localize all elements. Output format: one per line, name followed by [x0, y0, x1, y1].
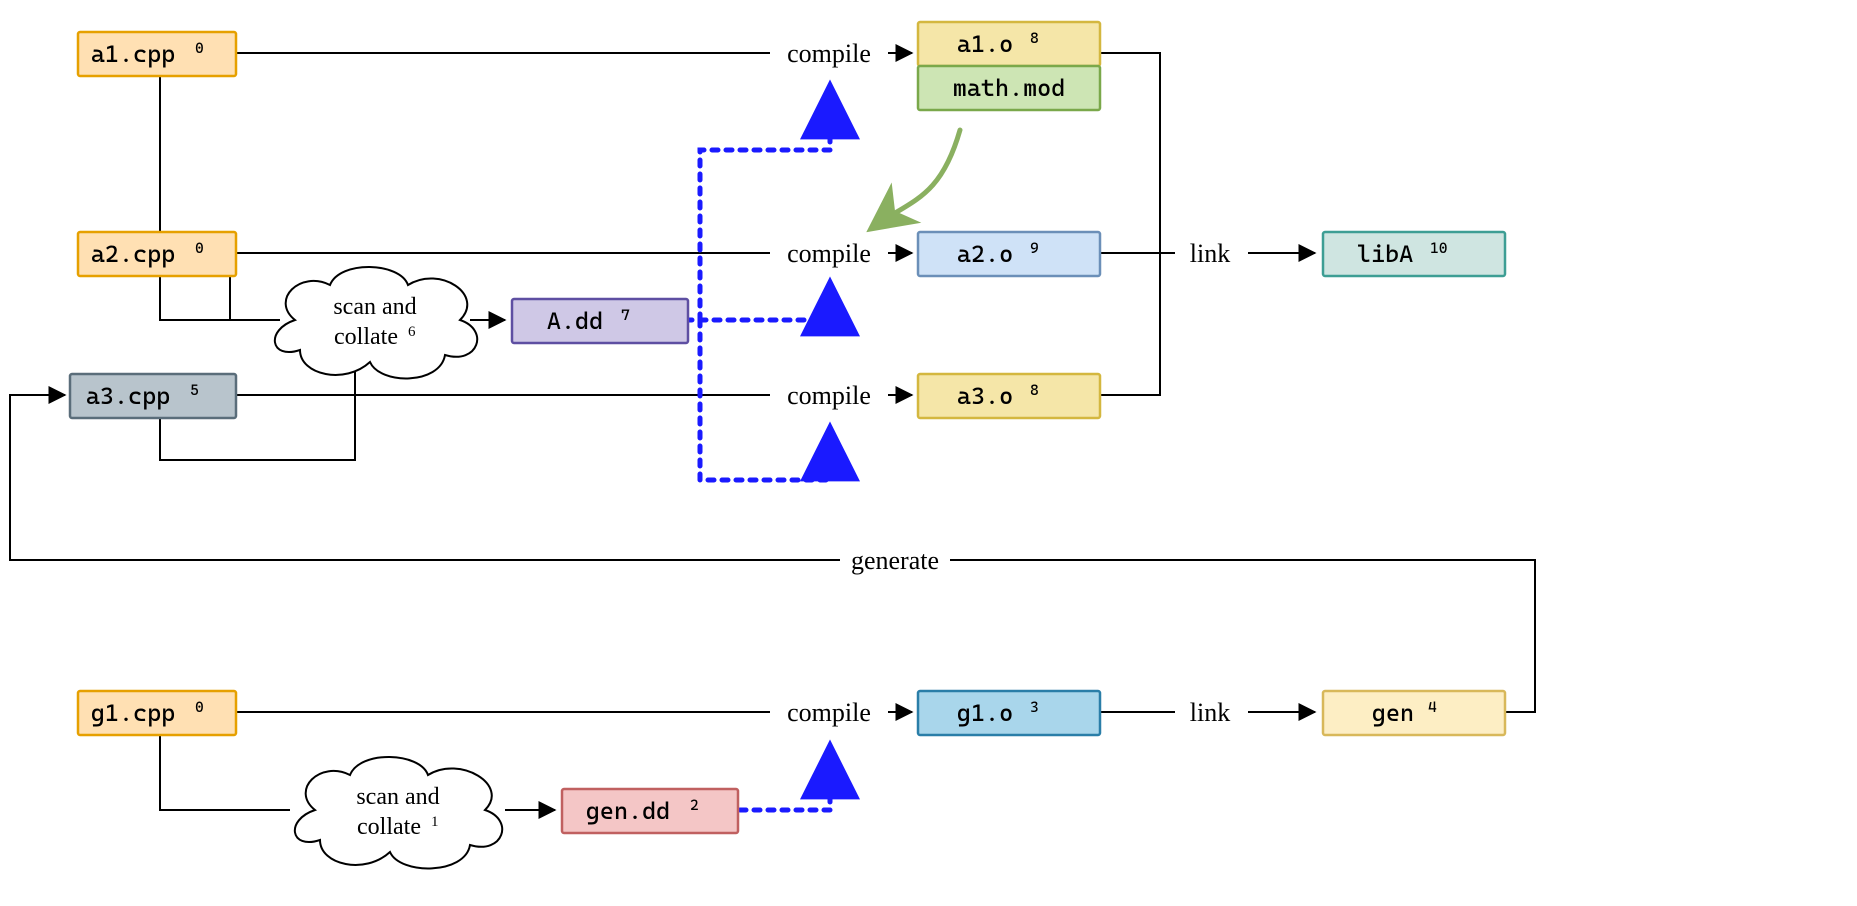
sup-a1-cpp: 0	[195, 39, 204, 57]
node-a1-o: a1.o 8	[918, 22, 1100, 66]
sup-gen: 4	[1428, 698, 1437, 716]
node-math-mod: math.mod	[918, 66, 1100, 110]
sup-g1-o: 3	[1030, 698, 1039, 716]
edge-label-link-gen: link	[1190, 698, 1230, 727]
edge-label-compile-a3: compile	[787, 381, 871, 410]
label-a1-cpp: a1.cpp	[91, 40, 175, 68]
node-gen: gen 4	[1323, 691, 1505, 735]
node-a3-cpp: a3.cpp 5	[70, 374, 236, 418]
label-scan2-line2: collate	[357, 814, 421, 840]
dyndep-Add-to-compile-a2	[686, 285, 830, 320]
label-gen: gen	[1372, 699, 1414, 727]
label-g1-o: g1.o	[957, 699, 1013, 727]
node-g1-cpp: g1.cpp 0	[78, 691, 236, 735]
edge-label-generate: generate	[851, 546, 939, 575]
sup-scan1: 6	[408, 324, 416, 340]
edge-label-compile-a1: compile	[787, 39, 871, 68]
sup-scan2: 1	[431, 814, 439, 830]
sup-a2-cpp: 0	[195, 239, 204, 257]
node-libA: libA 10	[1323, 232, 1505, 276]
dyndep-Add-to-compile-a1	[700, 88, 830, 320]
label-a2-o: a2.o	[957, 240, 1013, 268]
sup-a3-cpp: 5	[190, 381, 199, 399]
sup-A-dd: 7	[621, 306, 630, 324]
label-scan1-line1: scan and	[333, 294, 416, 320]
sup-g1-cpp: 0	[195, 698, 204, 716]
node-a3-o: a3.o 8	[918, 374, 1100, 418]
node-a2-cpp: a2.cpp 0	[78, 232, 236, 276]
sup-a1-o: 8	[1030, 29, 1039, 47]
label-scan2-line1: scan and	[356, 784, 439, 810]
dyndep-gendd-to-compile-g1	[740, 748, 830, 810]
sup-a2-o: 9	[1030, 239, 1039, 257]
node-scan-collate-2: scan and collate 1	[295, 757, 502, 868]
node-gen-dd: gen.dd 2	[562, 789, 738, 833]
sup-gen-dd: 2	[690, 796, 699, 814]
edge-label-compile-a2: compile	[787, 239, 871, 268]
label-A-dd: A.dd	[547, 307, 603, 335]
label-a3-cpp: a3.cpp	[86, 382, 170, 410]
node-a1-cpp: a1.cpp 0	[78, 32, 236, 76]
mathmod-to-compile-a2	[872, 130, 960, 228]
label-math-mod: math.mod	[953, 74, 1066, 102]
sup-libA: 10	[1430, 239, 1448, 257]
node-scan-collate-1: scan and collate 6	[275, 267, 477, 378]
edge-label-link-libA: link	[1190, 239, 1230, 268]
node-g1-o: g1.o 3	[918, 691, 1100, 735]
label-gen-dd: gen.dd	[586, 797, 670, 825]
label-a2-cpp: a2.cpp	[91, 240, 175, 268]
label-a1-o: a1.o	[957, 30, 1013, 58]
label-g1-cpp: g1.cpp	[91, 699, 175, 727]
node-A-dd: A.dd 7	[512, 299, 688, 343]
edge-label-compile-g1: compile	[787, 698, 871, 727]
sup-a3-o: 8	[1030, 381, 1039, 399]
node-a2-o: a2.o 9	[918, 232, 1100, 276]
label-libA: libA	[1357, 240, 1413, 268]
label-a3-o: a3.o	[957, 382, 1013, 410]
label-scan1-line2: collate	[334, 324, 398, 350]
